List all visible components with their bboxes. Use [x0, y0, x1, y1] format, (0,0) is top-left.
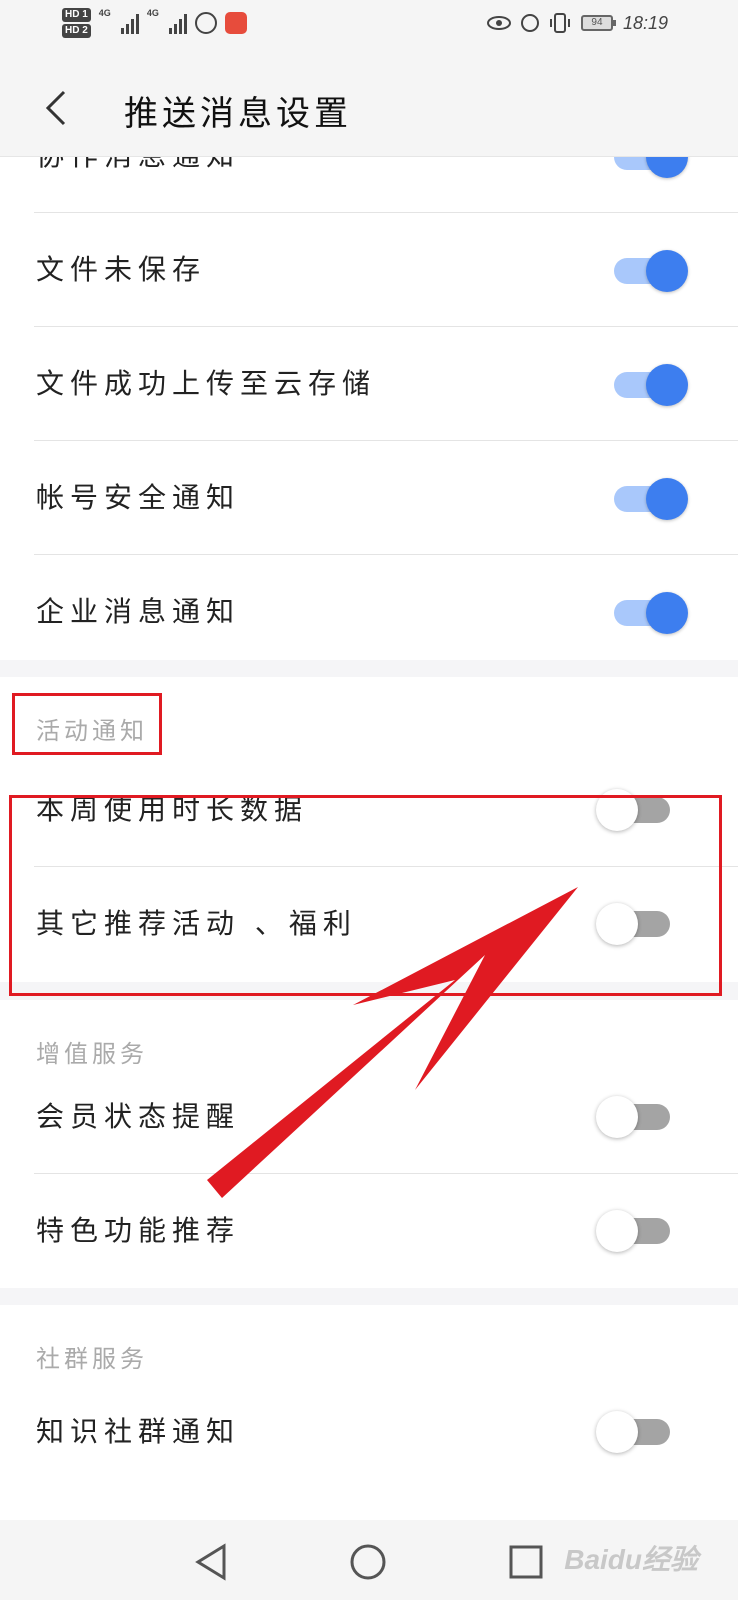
setting-label: 文件未保存: [36, 253, 207, 286]
toggle-switch[interactable]: [596, 1096, 676, 1138]
signal-icon: [120, 12, 139, 34]
toggle-switch[interactable]: [608, 157, 688, 178]
toggle-switch[interactable]: [608, 250, 688, 292]
app-notification-icon: [224, 12, 247, 34]
activity-section-card: 活动通知 本周使用时长数据 其它推荐活动 、福利: [0, 677, 738, 982]
toggle-switch[interactable]: [596, 1210, 676, 1252]
setting-label: 企业消息通知: [36, 595, 241, 628]
hand-icon: [194, 12, 217, 34]
setting-row: 会员状态提醒: [0, 1060, 738, 1174]
network-type-2: 4G: [146, 8, 159, 18]
setting-label: 协作消息通知: [36, 157, 240, 213]
setting-label: 知识社群通知: [36, 1415, 241, 1448]
toggle-switch[interactable]: [608, 364, 688, 406]
setting-label: 文件成功上传至云存储: [36, 367, 377, 400]
setting-row: 文件未保存: [0, 213, 738, 327]
setting-label: 帐号安全通知: [36, 481, 241, 514]
vibrate-icon: [549, 13, 570, 33]
setting-row: 其它推荐活动 、福利: [0, 867, 738, 981]
setting-label: 特色功能推荐: [36, 1214, 241, 1247]
chevron-left-icon: [45, 90, 66, 126]
alarm-icon: [520, 14, 539, 32]
setting-row: 文件成功上传至云存储: [0, 327, 738, 441]
watermark: Baidu经验: [564, 1544, 698, 1575]
toggle-switch[interactable]: [596, 903, 676, 945]
battery-icon: 94: [580, 15, 616, 31]
page-title: 推送消息设置: [124, 94, 352, 134]
settings-list[interactable]: 协作消息通知 文件未保存 文件成功上传至云存储 帐号安全通知 企业消息通知 活动…: [0, 157, 738, 1520]
nav-recents-button[interactable]: [506, 1542, 546, 1582]
system-navigation-bar: Baidu经验: [0, 1520, 738, 1600]
section-title: 社群服务: [36, 1345, 148, 1373]
signal-icon-2: [168, 12, 187, 34]
nav-home-button[interactable]: [348, 1542, 388, 1582]
hd1-badge: HD 1: [62, 8, 91, 22]
hd2-badge: HD 2: [62, 24, 91, 38]
back-button[interactable]: [36, 84, 80, 132]
circle-home-icon: [350, 1544, 386, 1580]
setting-row: 知识社群通知: [0, 1375, 738, 1489]
status-right: 94 18:19: [486, 12, 668, 34]
clock: 18:19: [622, 12, 668, 33]
section-title: 活动通知: [36, 717, 148, 745]
setting-row: 本周使用时长数据: [0, 753, 738, 867]
nav-back-button[interactable]: [192, 1542, 232, 1582]
toggle-switch[interactable]: [596, 789, 676, 831]
value-service-card: 增值服务 会员状态提醒 特色功能推荐: [0, 1000, 738, 1288]
setting-row-collab: 协作消息通知: [0, 157, 738, 213]
top-navigation-bar: 推送消息设置: [0, 56, 738, 157]
toggle-switch[interactable]: [608, 592, 688, 634]
setting-row: 帐号安全通知: [0, 441, 738, 555]
setting-label: 会员状态提醒: [36, 1100, 241, 1133]
setting-row: 企业消息通知: [0, 555, 738, 669]
status-bar: HD 1 HD 2 4G 4G 94 18:19: [0, 0, 738, 56]
push-settings-card: 协作消息通知 文件未保存 文件成功上传至云存储 帐号安全通知 企业消息通知: [0, 157, 738, 660]
setting-row: 特色功能推荐: [0, 1174, 738, 1288]
network-type-1: 4G: [98, 8, 111, 18]
setting-label: 其它推荐活动 、福利: [36, 907, 357, 940]
square-recents-icon: [509, 1545, 543, 1579]
toggle-switch[interactable]: [608, 478, 688, 520]
setting-label: 本周使用时长数据: [36, 793, 309, 826]
status-left: HD 1 HD 2 4G 4G: [62, 8, 247, 38]
eye-icon: [486, 16, 511, 30]
triangle-back-icon: [195, 1543, 226, 1581]
social-service-card: 社群服务 知识社群通知: [0, 1305, 738, 1520]
hd-indicator: HD 1 HD 2: [62, 8, 91, 38]
toggle-switch[interactable]: [596, 1411, 676, 1453]
